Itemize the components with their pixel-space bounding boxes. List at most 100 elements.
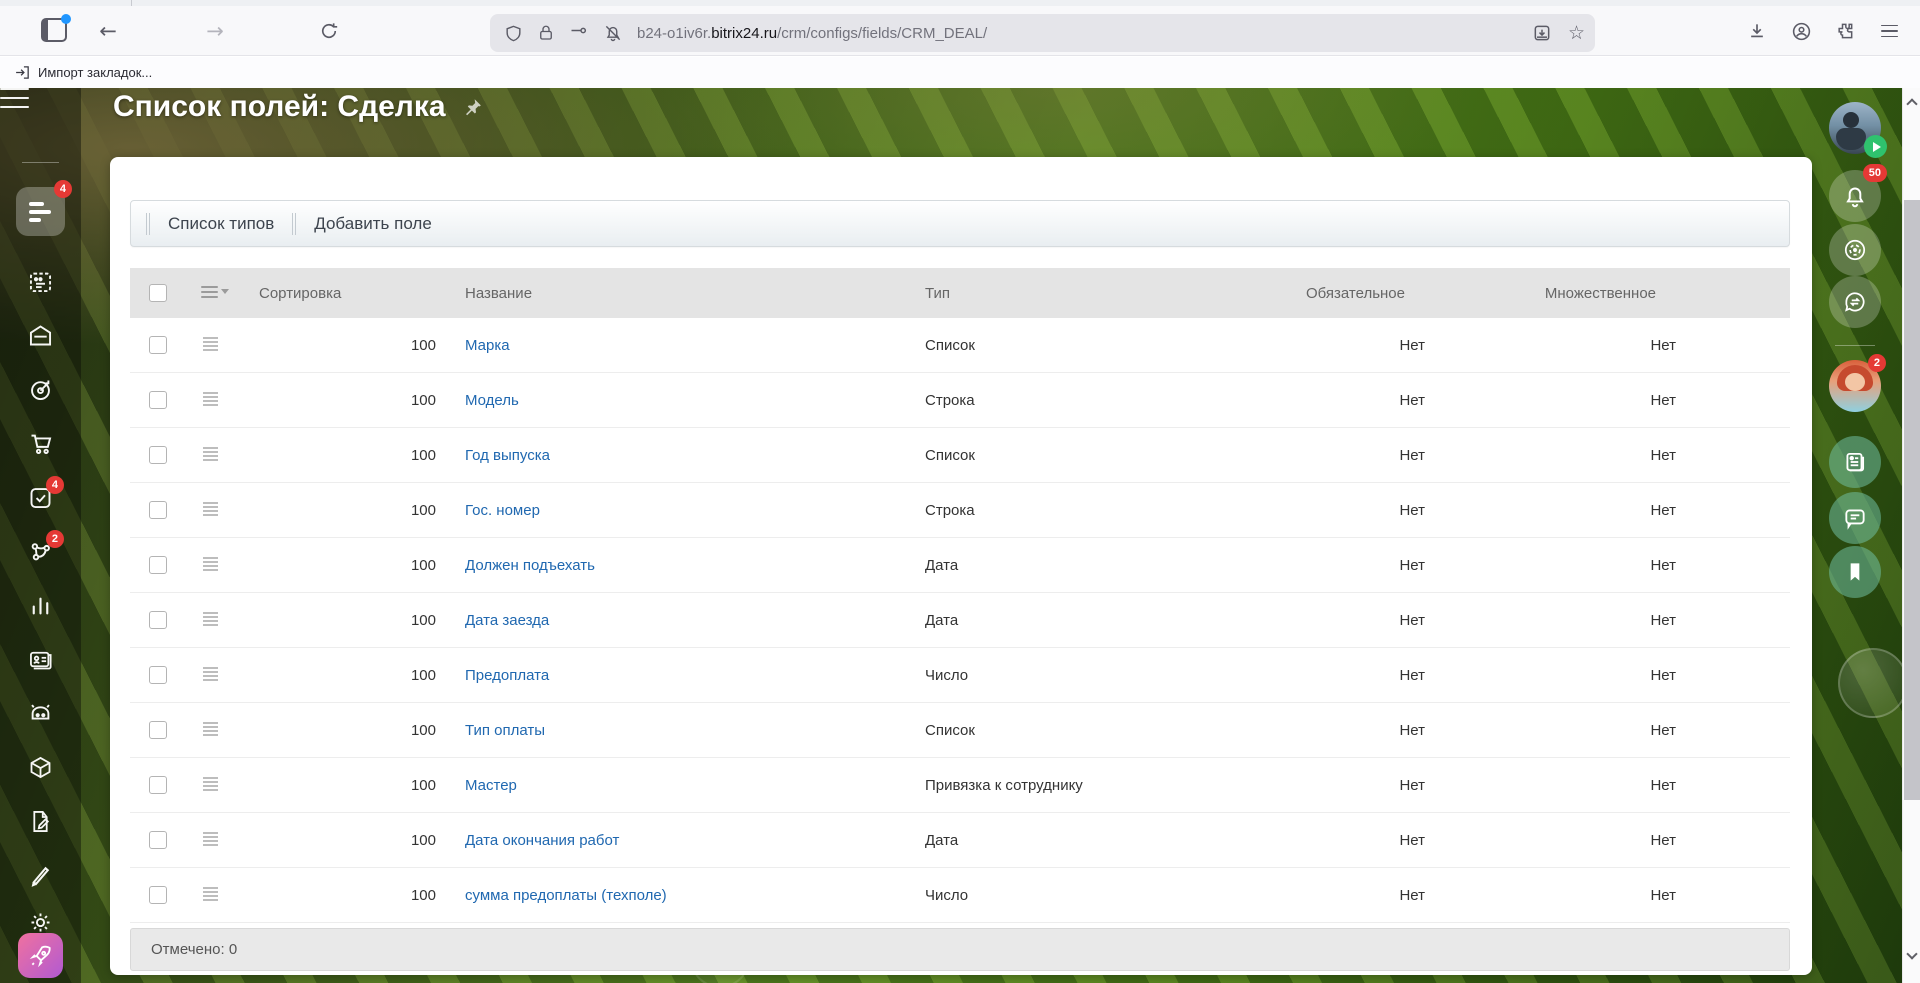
bookmark-star-icon[interactable]: ☆ [1568,23,1585,43]
pulse-button[interactable] [1829,224,1881,276]
field-multiple: Нет [1650,666,1676,684]
field-multiple: Нет [1650,776,1676,794]
sidebar-item-automation[interactable]: 2 [27,530,64,565]
sidebar-item-calendar[interactable] [27,268,54,295]
field-name-link[interactable]: Должен подъехать [465,557,595,574]
row-checkbox[interactable] [149,666,167,684]
notifications-button[interactable]: 50 [1829,164,1887,222]
field-name-link[interactable]: Предоплата [465,667,549,684]
field-name-link[interactable]: Дата окончания работ [465,832,619,849]
page-scrollbar[interactable] [1902,88,1920,983]
selected-count-label: Отмечено: 0 [151,941,238,958]
drag-handle-icon[interactable] [203,722,218,738]
app-menu-button[interactable] [1872,15,1906,47]
play-badge-icon [1864,135,1887,158]
shield-icon[interactable] [504,24,523,43]
drag-handle-icon[interactable] [203,832,218,848]
drag-handle-icon[interactable] [203,557,218,573]
lock-icon[interactable] [537,24,555,42]
drag-handle-icon[interactable] [203,337,218,353]
account-icon [1792,22,1810,40]
row-checkbox[interactable] [149,611,167,629]
sidebar-item-crm[interactable] [27,376,54,403]
sidebar-item-employees[interactable] [27,646,54,673]
url-text[interactable]: b24-o1iv6r.bitrix24.ru/crm/configs/field… [637,25,1532,42]
extensions-button[interactable] [1828,15,1862,47]
header-sort[interactable]: Сортировка [228,268,436,318]
row-checkbox[interactable] [149,776,167,794]
field-name-link[interactable]: Марка [465,337,510,354]
row-checkbox[interactable] [149,831,167,849]
drag-handle-icon[interactable] [203,392,218,408]
type-list-button[interactable]: Список типов [150,214,292,234]
row-checkbox[interactable] [149,556,167,574]
field-name-link[interactable]: Год выпуска [465,447,550,464]
drag-handle-icon[interactable] [203,887,218,903]
drag-handle-icon[interactable] [203,667,218,683]
scrollbar-thumb[interactable] [1904,200,1920,800]
scroll-up-arrow[interactable] [1906,98,1918,110]
field-name-link[interactable]: Модель [465,392,519,409]
user-avatar[interactable] [1829,102,1887,158]
sidebar-divider [22,162,59,163]
table-row: 100 Марка Список Нет Нет [130,318,1790,373]
import-bookmarks-item[interactable]: Импорт закладок... [14,64,152,81]
sidebar-item-shop[interactable] [27,430,54,457]
save-page-icon[interactable] [1532,23,1552,43]
field-name-link[interactable]: Дата заезда [465,612,549,629]
left-sidebar: 4 4 2 [0,88,81,983]
row-checkbox[interactable] [149,391,167,409]
row-checkbox[interactable] [149,336,167,354]
sidebar-item-workspaces[interactable] [27,322,54,349]
sidebar-menu-button[interactable] [0,88,29,108]
messenger-avatar[interactable]: 2 [1829,354,1886,412]
bookmarks-button[interactable] [1829,546,1881,598]
header-required[interactable]: Обязательное [1295,268,1425,318]
forward-button[interactable]: → [199,15,231,47]
back-button[interactable]: ← [92,15,124,47]
add-field-button[interactable]: Добавить поле [296,214,450,234]
notification-dot [61,14,71,24]
row-checkbox[interactable] [149,721,167,739]
field-name-link[interactable]: Мастер [465,777,517,794]
url-bar[interactable]: b24-o1iv6r.bitrix24.ru/crm/configs/field… [490,14,1595,52]
header-type[interactable]: Тип [925,268,1295,318]
row-checkbox[interactable] [149,886,167,904]
drag-handle-icon[interactable] [203,612,218,628]
pen-icon [31,866,50,887]
chat-button[interactable] [1829,492,1881,544]
notifications-blocked-icon[interactable] [603,23,623,43]
drag-handle-icon[interactable] [203,447,218,463]
sidebar-item-upgrade[interactable] [18,933,63,978]
sidebar-item-settings[interactable] [27,909,54,936]
account-button[interactable] [1784,15,1818,47]
select-all-checkbox[interactable] [149,284,167,302]
downloads-button[interactable] [1740,15,1774,47]
permissions-icon[interactable] [569,23,589,43]
sidebar-item-sign[interactable] [27,862,54,889]
sidebar-item-analytics[interactable] [27,592,54,619]
automation-badge: 2 [45,530,64,548]
field-name-link[interactable]: Гос. номер [465,502,540,519]
reload-button[interactable] [313,15,345,47]
sidebar-item-feed[interactable]: 4 [16,180,72,236]
header-multiple[interactable]: Множественное [1425,268,1676,318]
robot-icon [31,704,50,720]
header-menu-icon[interactable] [201,285,229,301]
news-button[interactable] [1829,436,1881,488]
sidebar-item-market[interactable] [27,754,54,781]
row-checkbox[interactable] [149,501,167,519]
sidebar-item-documents[interactable] [27,808,54,835]
pin-icon[interactable] [462,97,483,118]
sidebar-tabs-icon[interactable] [41,14,71,42]
sidebar-item-ai[interactable] [27,700,54,727]
sidebar-item-tasks[interactable]: 4 [27,476,64,511]
messenger-transfer-button[interactable] [1829,276,1881,328]
scroll-down-arrow[interactable] [1906,948,1918,960]
row-checkbox[interactable] [149,446,167,464]
field-name-link[interactable]: Тип оплаты [465,722,545,739]
header-name[interactable]: Название [436,268,925,318]
drag-handle-icon[interactable] [203,777,218,793]
field-name-link[interactable]: сумма предоплаты (техполе) [465,887,667,904]
drag-handle-icon[interactable] [203,502,218,518]
